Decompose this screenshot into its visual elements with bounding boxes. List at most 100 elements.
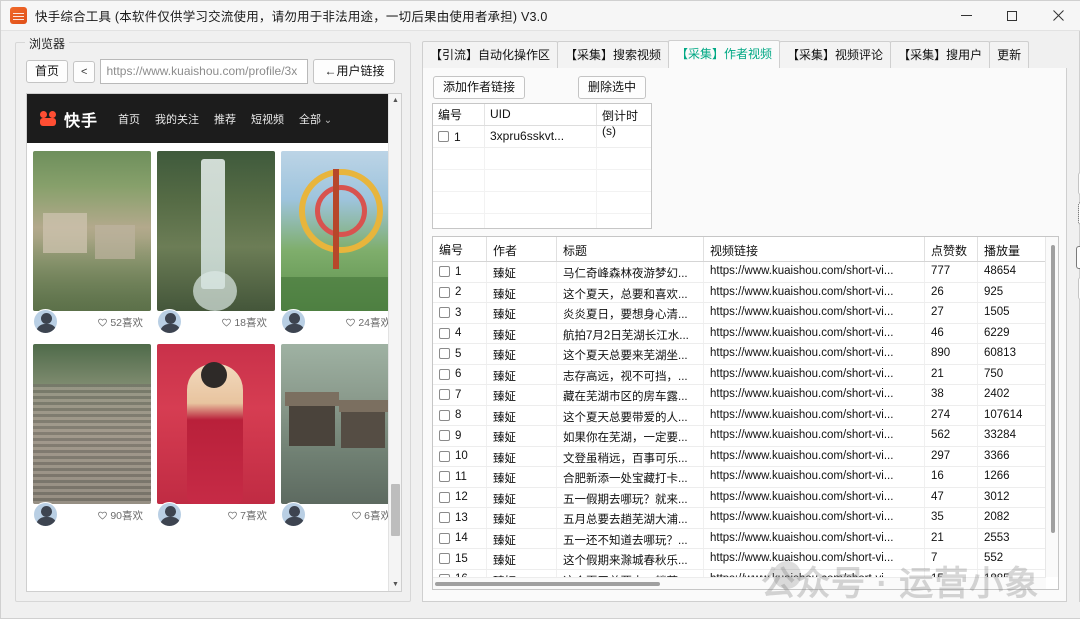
video-thumbnail[interactable] [281,151,399,311]
row-checkbox[interactable] [439,348,450,360]
row-checkbox[interactable] [439,389,450,401]
tab-search-user[interactable]: 【采集】搜用户 [890,41,991,68]
row-checkbox[interactable] [439,512,450,524]
video-card[interactable]: 6喜欢 [281,344,399,534]
avatar[interactable] [157,501,182,527]
scroll-up-icon[interactable]: ▲ [389,94,401,107]
avatar[interactable] [281,501,306,527]
video-card[interactable]: 7喜欢 [157,344,275,534]
table-row[interactable]: 8 臻姃 这个夏天总要带爱的人... https://www.kuaishou.com… [433,405,1058,426]
tab-author-video[interactable]: 【采集】作者视频 [668,40,781,68]
avatar[interactable] [33,308,58,334]
kuaishou-logo[interactable]: 快手 [40,107,98,131]
nav-link-home[interactable]: 首页 [118,111,140,127]
like-count-text: 52喜欢 [110,316,143,329]
video-card[interactable]: 18喜欢 [157,151,275,341]
table-row[interactable]: 10 臻姃 文登虽稍远，百事可乐... https://www.kuaishou.co… [433,446,1058,467]
table-row[interactable]: 6 臻姃 志存高远，视不可挡，... https://www.kuaishou.com… [433,364,1058,385]
table-horizontal-scrollbar[interactable] [433,577,1046,589]
video-data-table[interactable]: 编号 作者 标题 视频链接 点赞数 播放量 1 臻姃 马仁奇峰森林夜游梦幻... ht… [432,236,1059,590]
url-input[interactable]: https://www.kuaishou.com/profile/3x [100,59,309,85]
row-checkbox[interactable] [439,532,450,544]
row-checkbox[interactable] [439,307,450,319]
embedded-browser-view[interactable]: 快手 首页 我的关注 推荐 短视频 全部 ⌄ 52喜欢 18喜欢 24喜欢 90… [26,93,402,592]
table-row[interactable]: 2 臻姃 这个夏天，总要和喜欢... https://www.kuaishou.com… [433,282,1058,303]
table-row[interactable]: 9 臻姃 如果你在芜湖，一定要... https://www.kuaishou.com… [433,426,1058,447]
browser-scrollbar[interactable]: ▲ ▼ [388,94,401,591]
nav-link-all[interactable]: 全部 [299,111,332,127]
row-author: 臻姃 [487,446,557,466]
table-row[interactable]: 13 臻姃 五月总要去趟芜湖大浦... https://www.kuaishou.co… [433,508,1058,529]
column-header-views[interactable]: 播放量 [978,237,1046,261]
back-button[interactable]: < [73,60,96,83]
video-card-meta: 18喜欢 [157,308,275,341]
column-header-likes[interactable]: 点赞数 [925,237,978,261]
row-checkbox[interactable] [439,553,450,565]
row-checkbox[interactable] [439,327,450,339]
table-row[interactable]: 14 臻姃 五一还不知道去哪玩？... https://www.kuaishou.co… [433,528,1058,549]
uid-table-row[interactable]: 1 3xpru6sskvt... [433,126,651,148]
close-icon[interactable] [1035,1,1080,31]
video-thumbnail[interactable] [157,151,275,311]
video-thumbnail[interactable] [281,344,399,504]
nav-link-shortvideo[interactable]: 短视频 [251,111,284,127]
scroll-down-icon[interactable]: ▼ [389,578,401,591]
row-checkbox[interactable] [439,491,450,503]
row-author: 臻姃 [487,549,557,569]
scrollbar-thumb[interactable] [391,484,400,536]
avatar[interactable] [33,501,58,527]
maximize-button[interactable] [989,1,1035,31]
nav-link-following[interactable]: 我的关注 [155,111,199,127]
uid-col-uid: UID [485,104,597,125]
minimize-button[interactable] [943,1,989,31]
column-header-link[interactable]: 视频链接 [704,237,925,261]
column-header-author[interactable]: 作者 [487,237,557,261]
table-row[interactable]: 7 臻姃 藏在芜湖市区的房车露... https://www.kuaishou.com… [433,385,1058,406]
column-header-title[interactable]: 标题 [557,237,704,261]
row-checkbox[interactable] [439,430,450,442]
user-link-button[interactable]: ←用户链接 [313,59,396,85]
table-row[interactable]: 4 臻姃 航拍7月2日芜湖长江水... https://www.kuaishou.co… [433,323,1058,344]
row-checkbox[interactable] [439,266,450,278]
row-checkbox[interactable] [439,471,450,483]
tab-automation[interactable]: 【引流】自动化操作区 [422,41,559,68]
column-header-no[interactable]: 编号 [433,237,487,261]
tab-search-video[interactable]: 【采集】搜索视频 [557,41,670,68]
scrollbar-thumb[interactable] [435,582,660,586]
tab-update[interactable]: 更新 [989,41,1030,68]
row-checkbox[interactable] [439,368,450,380]
video-card[interactable]: 24喜欢 [281,151,399,341]
video-card[interactable]: 90喜欢 [33,344,151,534]
avatar[interactable] [157,308,182,334]
table-row[interactable]: 1 臻姃 马仁奇峰森林夜游梦幻... https://www.kuaishou.com… [433,262,1058,283]
video-thumbnail[interactable] [33,344,151,504]
uid-col-countdown: 倒计时(s) [602,109,639,138]
like-count-text: 90喜欢 [110,509,143,522]
backup-status-button[interactable]: 备份成功 [1076,246,1080,270]
row-checkbox[interactable] [439,450,450,462]
home-button[interactable]: 首页 [26,60,69,84]
row-checkbox[interactable] [439,286,450,298]
uid-table[interactable]: 编号 UID 倒计时(s) 1 3xpru6sskvt... [432,103,652,229]
avatar[interactable] [281,308,306,334]
row-title: 五一假期去哪玩？就来... [557,487,704,507]
tab-video-comments[interactable]: 【采集】视频评论 [779,41,892,68]
table-row[interactable]: 3 臻姃 炎炎夏日，要想身心清... https://www.kuaishou.com… [433,303,1058,324]
tab-bar: 【引流】自动化操作区 【采集】搜索视频 【采集】作者视频 【采集】视频评论 【采… [422,40,1067,69]
nav-link-recommend[interactable]: 推荐 [214,111,236,127]
add-author-link-button[interactable]: 添加作者链接 [433,76,526,100]
table-vertical-scrollbar[interactable] [1045,237,1058,577]
table-row[interactable]: 15 臻姃 这个假期来滁城春秋乐... https://www.kuaishou.co… [433,549,1058,570]
scrollbar-thumb[interactable] [1051,245,1055,533]
table-row[interactable]: 12 臻姃 五一假期去哪玩？就来... https://www.kuaishou.co… [433,487,1058,508]
table-row[interactable]: 5 臻姃 这个夏天总要来芜湖坐... https://www.kuaishou.com… [433,344,1058,365]
delete-selected-button[interactable]: 删除选中 [578,76,647,100]
like-count-text: 7喜欢 [240,509,267,522]
row-no: 6 [455,368,462,381]
table-row[interactable]: 11 臻姃 合肥新添一处宝藏打卡... https://www.kuaishou.co… [433,467,1058,488]
video-thumbnail[interactable] [157,344,275,504]
row-checkbox[interactable] [439,409,450,421]
row-checkbox[interactable] [438,131,449,142]
video-card[interactable]: 52喜欢 [33,151,151,341]
video-thumbnail[interactable] [33,151,151,311]
